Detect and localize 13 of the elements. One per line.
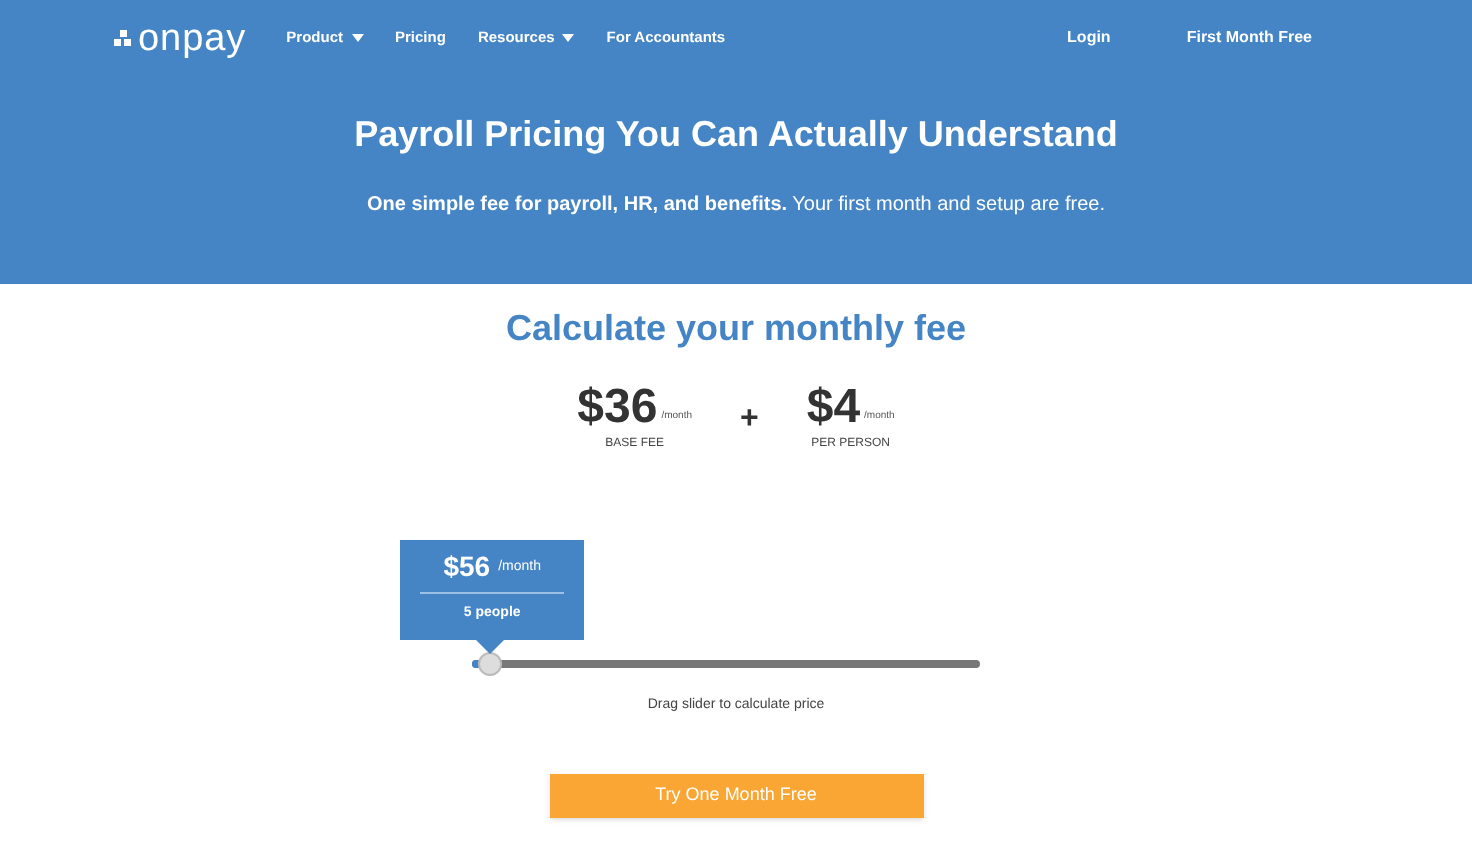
tooltip-amount: $56 (443, 551, 491, 579)
page-subtitle: One simple fee for payroll, HR, and benefits. Your first month and setup are free. (366, 192, 1106, 220)
fee-amount: $4 (806, 384, 861, 432)
first-month-link[interactable]: First Month Free (1186, 26, 1312, 50)
login-link[interactable]: Login (1067, 26, 1111, 50)
logo-icon (114, 30, 134, 46)
plus-sign: + (740, 399, 759, 439)
try-free-button[interactable]: Try One Month Free (549, 773, 923, 817)
fee-amount: $36 (577, 384, 658, 432)
page-title: Payroll Pricing You Can Actually Understand (354, 112, 1118, 158)
calculator-title: Calculate your monthly fee (505, 306, 967, 352)
slider-thumb[interactable] (478, 652, 503, 676)
logo[interactable]: onpay (138, 19, 247, 57)
